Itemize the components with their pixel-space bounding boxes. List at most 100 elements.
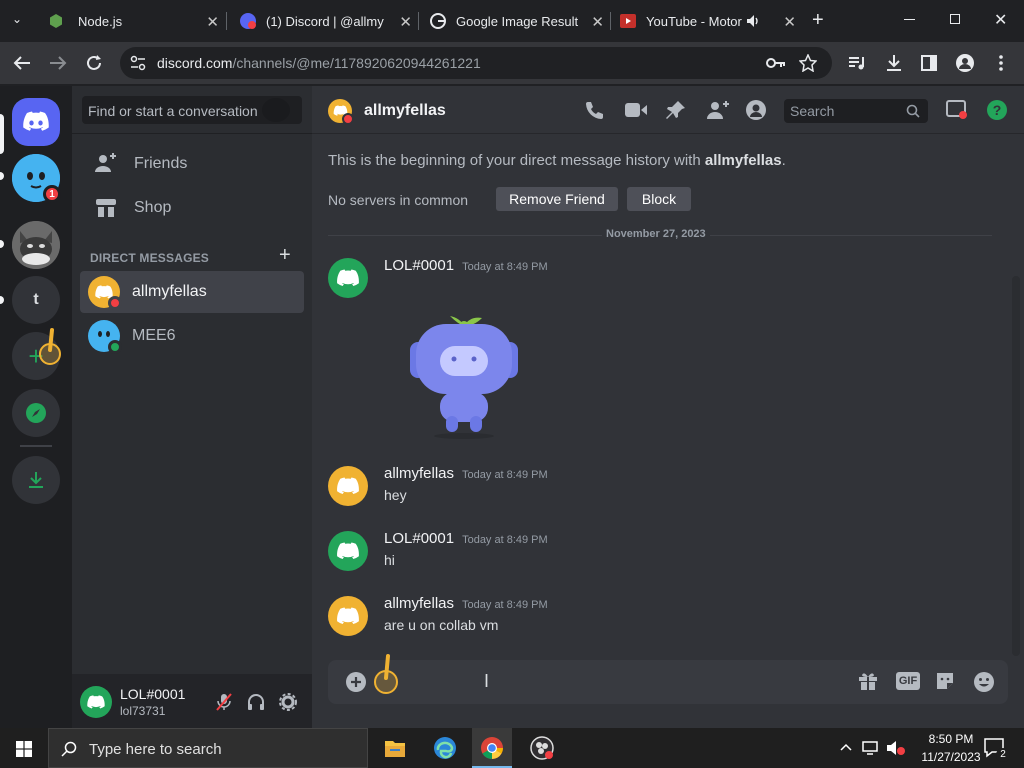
- avatar[interactable]: [328, 596, 368, 636]
- windows-start-icon[interactable]: [16, 741, 32, 757]
- minimize-window-button[interactable]: [904, 19, 915, 20]
- discord-logo-icon: [23, 111, 49, 131]
- site-settings-icon[interactable]: [130, 55, 146, 71]
- dm-item-mee6[interactable]: MEE6: [80, 315, 304, 357]
- settings-gear-icon[interactable]: [279, 693, 297, 711]
- download-icon[interactable]: [885, 54, 903, 72]
- author-name[interactable]: allmyfellas: [384, 465, 454, 482]
- server-t[interactable]: t: [12, 276, 60, 324]
- dm-name: MEE6: [132, 327, 176, 344]
- pinned-messages-icon[interactable]: [666, 100, 686, 120]
- tab-strip: ⌄ Node.js ✕ (1) Discord | @allmyfellas ✕…: [0, 0, 1024, 42]
- chrome-taskbar-item[interactable]: [472, 728, 512, 768]
- tab-search-chevron-icon[interactable]: ⌄: [12, 12, 22, 26]
- dm-search-placeholder: Find or start a conversation: [88, 103, 258, 119]
- user-profile-icon[interactable]: [746, 100, 766, 120]
- author-name[interactable]: LOL#0001: [384, 530, 454, 547]
- close-icon[interactable]: ✕: [206, 13, 219, 31]
- author-name[interactable]: allmyfellas: [384, 595, 454, 612]
- forward-arrow-icon[interactable]: [49, 55, 67, 71]
- obs-studio-icon[interactable]: [530, 736, 554, 760]
- close-window-button[interactable]: ✕: [994, 10, 1007, 30]
- gif-picker-button[interactable]: GIF: [896, 672, 920, 690]
- url-text[interactable]: discord.com/channels/@me/117892062094426…: [157, 55, 481, 71]
- avatar[interactable]: [328, 466, 368, 506]
- download-apps-button[interactable]: [12, 456, 60, 504]
- restore-window-button[interactable]: [950, 14, 960, 24]
- headphones-icon[interactable]: [247, 693, 265, 711]
- add-friends-to-dm-icon[interactable]: [706, 100, 730, 120]
- shop-icon: [96, 199, 116, 217]
- edge-browser-icon[interactable]: [433, 736, 457, 760]
- server-avatar-mee6[interactable]: 1: [12, 154, 61, 203]
- clock-date[interactable]: 11/27/2023: [908, 750, 994, 764]
- message-text: hi: [384, 552, 395, 568]
- explore-servers-button[interactable]: [12, 389, 60, 437]
- side-panel-icon[interactable]: [921, 55, 937, 71]
- close-icon[interactable]: ✕: [783, 13, 796, 31]
- channel-header: allmyfellas Search ?: [312, 86, 1024, 134]
- tab-google-image[interactable]: Google Image Result ✕: [420, 4, 610, 38]
- media-control-icon[interactable]: [848, 55, 866, 71]
- message-header: LOL#0001 Today at 8:49 PM: [384, 530, 548, 547]
- close-icon[interactable]: ✕: [591, 13, 604, 31]
- url-path: /channels/@me/1178920620944261221: [232, 55, 481, 71]
- tab-nodejs[interactable]: Node.js ✕: [40, 4, 225, 38]
- dm-intro-text: This is the beginning of your direct mes…: [328, 152, 786, 169]
- friends-nav-item[interactable]: Friends: [80, 143, 304, 185]
- remove-friend-button[interactable]: Remove Friend: [496, 187, 618, 211]
- kebab-menu-icon[interactable]: [999, 55, 1003, 71]
- volume-muted-icon[interactable]: [886, 740, 906, 756]
- reload-icon[interactable]: [85, 54, 103, 72]
- clock-time[interactable]: 8:50 PM: [916, 732, 986, 746]
- dm-item-allmyfellas[interactable]: allmyfellas: [80, 271, 304, 313]
- help-icon[interactable]: ?: [986, 99, 1008, 121]
- bookmark-star-icon[interactable]: [799, 54, 817, 72]
- sticker-icon[interactable]: [935, 671, 955, 691]
- channel-search-input[interactable]: Search: [784, 99, 928, 123]
- create-dm-button[interactable]: +: [279, 244, 291, 267]
- server-avatar-cat[interactable]: [12, 221, 60, 269]
- file-explorer-icon[interactable]: [384, 738, 406, 758]
- block-button[interactable]: Block: [627, 187, 691, 211]
- voice-call-icon[interactable]: [584, 100, 606, 120]
- cursor-highlight-icon: [374, 654, 398, 694]
- wumpus-sticker[interactable]: [402, 304, 522, 439]
- notification-count-badge: 2: [996, 748, 1010, 762]
- avatar[interactable]: [328, 531, 368, 571]
- back-arrow-icon[interactable]: [13, 55, 31, 71]
- video-call-icon[interactable]: [625, 102, 647, 118]
- network-icon[interactable]: [862, 740, 880, 756]
- add-server-button[interactable]: +: [12, 328, 61, 380]
- speaker-icon[interactable]: [746, 14, 760, 28]
- upload-plus-icon[interactable]: [346, 672, 366, 692]
- profile-icon[interactable]: [956, 54, 974, 72]
- gift-icon[interactable]: [858, 671, 878, 691]
- show-hidden-icons-chevron[interactable]: [840, 743, 852, 751]
- avatar[interactable]: [328, 258, 368, 298]
- cat-face-icon: [12, 221, 60, 269]
- taskbar-search-placeholder: Type here to search: [89, 741, 222, 758]
- discord-logo-icon: [337, 607, 359, 624]
- emoji-picker-icon[interactable]: [973, 671, 995, 693]
- new-tab-button[interactable]: +: [812, 9, 824, 32]
- url-host: discord.com: [157, 55, 233, 71]
- close-icon[interactable]: ✕: [399, 13, 412, 31]
- home-button[interactable]: [12, 98, 60, 146]
- friends-icon: [95, 153, 116, 172]
- mute-mic-icon[interactable]: [216, 693, 232, 711]
- tab-youtube[interactable]: YouTube - Motorola ✕: [612, 4, 802, 38]
- inbox-icon[interactable]: [946, 100, 968, 120]
- taskbar-search-input[interactable]: Type here to search: [48, 728, 368, 768]
- user-avatar[interactable]: [80, 686, 112, 718]
- tab-title: Node.js: [78, 13, 123, 29]
- user-tag: lol73731: [120, 704, 166, 718]
- tab-discord[interactable]: (1) Discord | @allmyfellas ✕: [228, 4, 418, 38]
- scrollbar[interactable]: [1012, 276, 1020, 656]
- shop-nav-item[interactable]: Shop: [80, 187, 304, 229]
- password-key-icon[interactable]: [766, 56, 786, 70]
- user-panel: LOL#0001 lol73731: [72, 674, 312, 730]
- message: allmyfellas Today at 8:49 PM are u on col…: [312, 592, 1012, 642]
- timestamp: Today at 8:49 PM: [462, 599, 548, 611]
- author-name[interactable]: LOL#0001: [384, 257, 454, 274]
